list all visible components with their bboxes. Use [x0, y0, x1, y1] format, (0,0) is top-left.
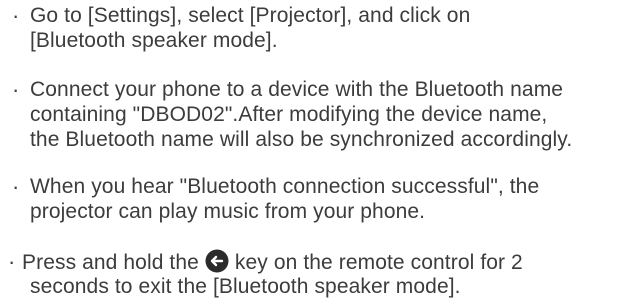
item-line: [Bluetooth speaker mode].: [30, 29, 278, 52]
bullet: ·: [12, 3, 20, 28]
item-line: When you hear "Bluetooth connection succ…: [30, 175, 540, 198]
instruction-list: · Go to [Settings], select [Projector], …: [0, 0, 628, 299]
item-line: containing "DBOD02".After modifying the …: [30, 103, 548, 126]
bullet: ·: [12, 77, 20, 102]
back-arrow-key-icon: [205, 249, 229, 273]
item-text: Press and hold the: [22, 251, 199, 274]
item-line: Connect your phone to a device with the …: [30, 78, 564, 101]
item-line: the Bluetooth name will also be synchron…: [30, 128, 573, 151]
bullet: ·: [8, 249, 16, 274]
item-line: projector can play music from your phone…: [30, 200, 426, 223]
item-line: seconds to exit the [Bluetooth speaker m…: [30, 275, 461, 298]
item-line: Press and hold the key on the remote cont…: [22, 249, 523, 275]
bullet: ·: [12, 174, 20, 199]
item-text: key on the remote control for 2: [234, 251, 523, 274]
item-line: Go to [Settings], select [Projector], an…: [30, 4, 471, 27]
